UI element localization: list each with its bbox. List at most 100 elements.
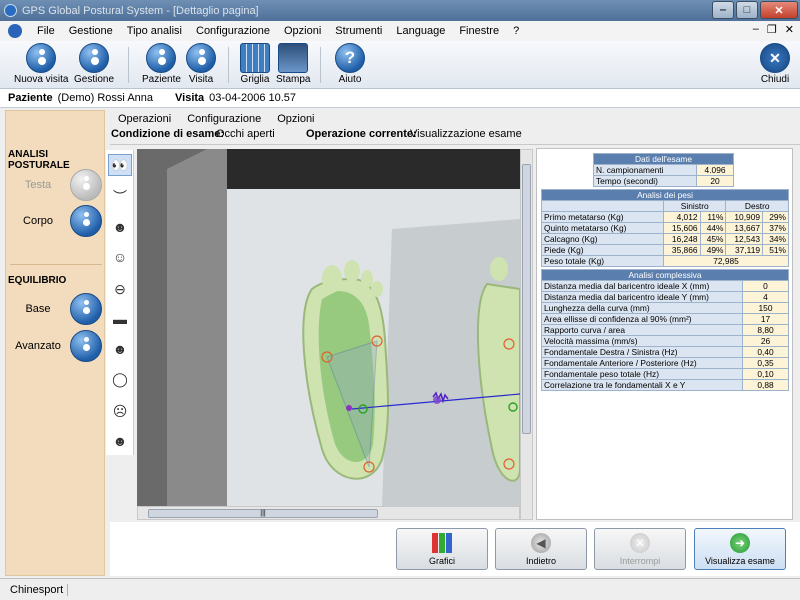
visualizza-esame-button[interactable]: ➜ Visualizza esame [694,528,786,570]
operation-value: Visualizzazione esame [410,128,522,140]
sub-menu: Operazioni Configurazione Opzioni [110,110,800,127]
griglia-button[interactable]: Griglia [240,43,270,85]
visit-date: 03-04-2006 10.57 [209,92,297,104]
corpo-label: Corpo [23,215,53,227]
weight-right-value: 12,543 [725,233,764,245]
weight-row-label: Quinto metatarso (Kg) [541,222,664,234]
mouth-view-icon[interactable]: ⊖ [108,278,132,300]
new-visit-icon [26,43,57,73]
overall-analysis-table: Analisi complessiva Distanza media dal b… [541,269,789,391]
menu-tipo-analisi[interactable]: Tipo analisi [120,25,189,37]
weight-left-value: 16,248 [663,233,701,245]
indietro-button[interactable]: ◀ Indietro [495,528,587,570]
overall-row-value: 0,88 [742,379,789,391]
weights-blank-header [541,200,664,212]
title-bar: GPS Global Postural System - [Dettaglio … [0,0,800,21]
print-icon [278,43,309,73]
menu-strumenti[interactable]: Strumenti [328,25,389,37]
weight-right-pct: 51% [762,244,789,256]
mdi-close-button[interactable]: ✕ [785,23,794,36]
grafici-button[interactable]: Grafici [396,528,488,570]
head-tilt-view-icon[interactable]: ☻ [108,338,132,360]
aiuto-button[interactable]: Aiuto [335,43,365,85]
forward-arrow-icon: ➜ [730,533,750,553]
total-weight-value: 72,985 [663,255,789,267]
subtab-operazioni[interactable]: Operazioni [118,113,171,125]
condition-value: Occhi aperti [216,128,275,140]
menu-help[interactable]: ? [506,25,526,37]
menu-gestione[interactable]: Gestione [62,25,120,37]
total-weight-label: Peso totale (Kg) [541,255,664,267]
subtab-configurazione[interactable]: Configurazione [187,113,261,125]
head-back-view-icon[interactable]: ☹ [108,400,132,422]
weights-left-header: Sinistro [662,200,727,212]
overall-row-label: Area ellisse di confidenza al 90% (mm²) [541,313,743,325]
section-analisi-posturale: ANALISI POSTURALE [8,149,70,171]
table-row: Lunghezza della curva (mm) 150 [541,302,789,314]
nuova-visita-label: Nuova visita [14,74,69,85]
mdi-minimize-button[interactable]: – [753,23,759,36]
paziente-button[interactable]: Paziente [142,43,181,85]
testa-label: Testa [24,179,52,191]
exam-data-table: Dati dell'esame N. campionamenti 4.096 T… [592,153,734,187]
table-row: Correlazione tra le fondamentali X e Y 0,… [541,379,789,391]
overall-row-label: Distanza media dal baricentro ideale Y (… [541,291,743,303]
head-profile-view-icon[interactable]: ☺ [108,246,132,268]
visita-button[interactable]: Visita [186,43,216,85]
overall-row-value: 0,35 [742,357,789,369]
eyes-open-view-icon[interactable]: 👀 [108,154,132,176]
gestione-button[interactable]: Gestione [74,43,114,85]
avanzato-label: Avanzato [15,340,61,352]
close-icon [760,43,790,73]
corpo-button[interactable] [70,205,102,237]
back-arrow-icon: ◀ [531,533,551,553]
mdi-restore-button[interactable]: ❐ [767,23,777,36]
overall-row-value: 0,10 [742,368,789,380]
stampa-button[interactable]: Stampa [276,43,310,85]
base-item: Base [6,293,106,327]
overall-row-label: Rapporto curva / area [541,324,743,336]
weight-right-pct: 29% [762,211,789,223]
overall-row-value: 150 [742,302,789,314]
condition-label: Condizione di esame: [111,128,225,140]
vertical-scroll-thumb[interactable] [522,164,531,434]
chiudi-button[interactable]: Chiudi [760,43,790,85]
patient-label: Paziente [8,92,53,104]
results-panel: Dati dell'esame N. campionamenti 4.096 T… [536,148,793,520]
overall-row-value: 8,80 [742,324,789,336]
menu-app-icon[interactable] [8,24,22,38]
image-horizontal-scrollbar[interactable]: ||| [137,506,520,520]
griglia-label: Griglia [240,74,270,85]
table-row: Distanza media dal baricentro ideale Y (… [541,291,789,303]
horizontal-scroll-thumb[interactable]: ||| [148,509,378,518]
nuova-visita-button[interactable]: Nuova visita [14,43,68,85]
head-side-view-icon[interactable]: ☻ [108,216,132,238]
toolbar-separator [228,47,229,83]
menu-language[interactable]: Language [389,25,452,37]
gestione-label: Gestione [74,74,115,85]
maximize-button[interactable]: □ [736,1,758,19]
exam-row-value: 4.096 [696,164,734,176]
menu-opzioni[interactable]: Opzioni [277,25,328,37]
help-icon [335,43,365,73]
weight-right-pct: 37% [762,222,789,234]
status-bar: Chinesport [0,578,800,600]
eyes-closed-view-icon[interactable]: ︶ [108,186,132,208]
foot-scan-image[interactable] [137,149,520,506]
testa-button[interactable] [70,169,102,201]
weight-left-value: 15,606 [663,222,701,234]
subtab-opzioni[interactable]: Opzioni [277,113,314,125]
close-window-button[interactable]: ✕ [760,1,798,19]
mouth-open-view-icon[interactable]: ◯ [108,368,132,390]
menu-configurazione[interactable]: Configurazione [189,25,277,37]
menu-file[interactable]: File [30,25,62,37]
avanzato-button[interactable] [70,330,102,362]
interrompi-button[interactable]: ✕ Interrompi [594,528,686,570]
mouth-closed-view-icon[interactable]: ▬ [108,308,132,330]
menu-finestre[interactable]: Finestre [452,25,506,37]
table-row: Tempo (secondi) 20 [592,175,734,187]
minimize-button[interactable]: ‒ [712,1,734,19]
image-vertical-scrollbar[interactable] [520,149,533,520]
base-button[interactable] [70,293,102,325]
head-turn-view-icon[interactable]: ☻ [108,430,132,452]
